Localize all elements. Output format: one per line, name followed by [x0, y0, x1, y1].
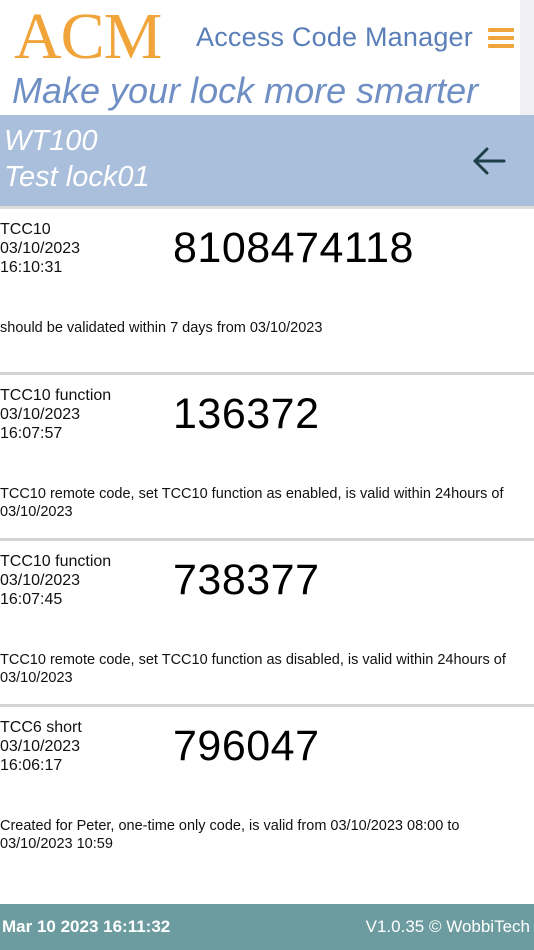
version-label: V1.0.35 © WobbiTech: [365, 917, 530, 936]
lock-model: WT100: [4, 125, 98, 157]
code-description: Created for Peter, one-time only code, i…: [0, 818, 460, 852]
code-description: should be validated within 7 days from 0…: [0, 320, 323, 336]
lock-name: Test lock01: [4, 161, 150, 193]
acm-logo: ACM: [14, 0, 162, 73]
code-date: 03/10/2023: [0, 240, 81, 257]
access-code: 8108474118: [173, 224, 414, 272]
code-title: TCC10: [0, 221, 51, 238]
code-title: TCC10 function: [0, 553, 112, 570]
code-date: 03/10/2023: [0, 406, 81, 423]
code-card[interactable]: TCC6 short 03/10/2023 16:06:17 796047 Cr…: [0, 704, 534, 870]
code-card[interactable]: TCC10 function 03/10/2023 16:07:45 73837…: [0, 538, 534, 704]
code-card[interactable]: TCC10 03/10/2023 16:10:31 8108474118 sho…: [0, 206, 534, 372]
tagline: Make your lock more smarter: [12, 70, 479, 111]
code-card[interactable]: TCC10 function 03/10/2023 16:07:57 13637…: [0, 372, 534, 538]
access-code: 738377: [173, 556, 320, 604]
current-datetime: Mar 10 2023 16:11:32: [2, 917, 171, 936]
code-time: 16:10:31: [0, 259, 63, 276]
code-title: TCC10 function: [0, 387, 112, 404]
lock-header-bar: WT100 Test lock01: [0, 115, 534, 206]
hamburger-menu-icon[interactable]: [484, 24, 518, 54]
app-name: Access Code Manager: [196, 22, 473, 52]
code-time: 16:07:45: [0, 591, 63, 608]
code-time: 16:07:57: [0, 425, 63, 442]
header-edge: [520, 0, 534, 115]
code-date: 03/10/2023: [0, 572, 81, 589]
access-code: 796047: [173, 722, 320, 770]
code-date: 03/10/2023: [0, 738, 81, 755]
code-time: 16:06:17: [0, 757, 63, 774]
app-screen: ACM Access Code Manager Make your lock m…: [0, 0, 534, 950]
app-header: ACM Access Code Manager Make your lock m…: [0, 0, 534, 115]
code-description: TCC10 remote code, set TCC10 function as…: [0, 486, 504, 520]
code-description: TCC10 remote code, set TCC10 function as…: [0, 652, 506, 686]
code-list: TCC10 03/10/2023 16:10:31 8108474118 sho…: [0, 206, 534, 870]
arrow-left-icon[interactable]: [468, 141, 508, 181]
access-code: 136372: [173, 390, 320, 438]
code-title: TCC6 short: [0, 719, 82, 736]
status-footer: Mar 10 2023 16:11:32 V1.0.35 © WobbiTech: [0, 904, 534, 950]
